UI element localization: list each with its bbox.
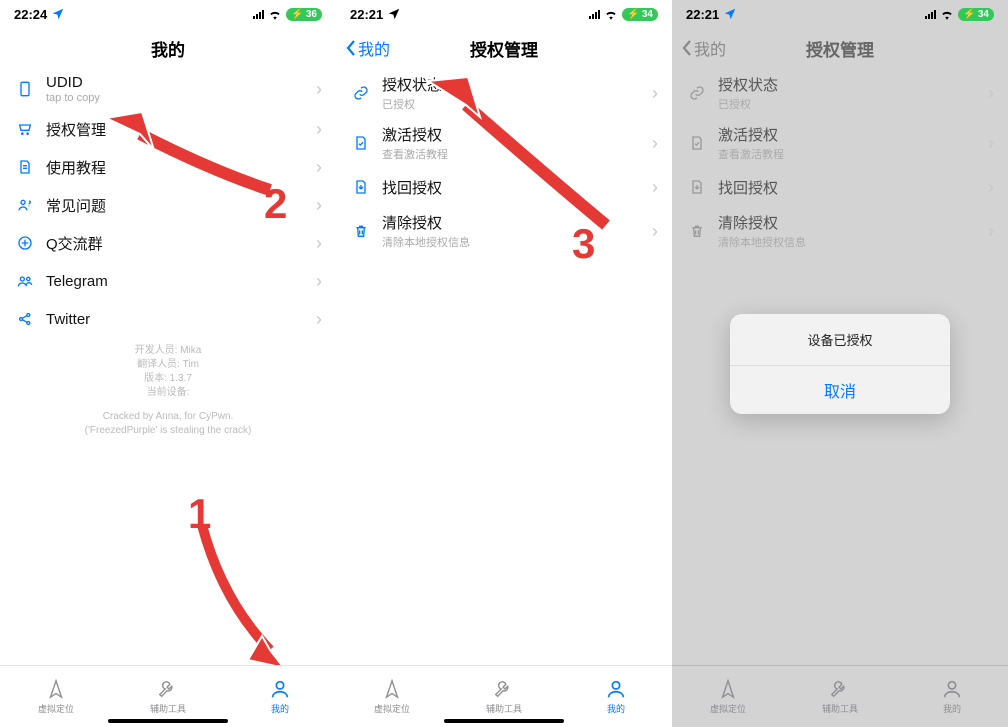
- chevron-right-icon: ›: [316, 271, 322, 292]
- battery-badge: ⚡36: [286, 8, 322, 21]
- cell-title: Q交流群: [46, 233, 316, 254]
- app-info: 开发人员: Mika 翻译人员: Tim 版本: 1.3.7 当前设备: Cra…: [0, 344, 336, 438]
- tab-tools: 辅助工具: [784, 666, 896, 727]
- tab-tools[interactable]: 辅助工具: [112, 666, 224, 727]
- status-time: 22:21: [350, 7, 383, 22]
- person-question-icon: [14, 197, 36, 213]
- battery-badge: ⚡34: [622, 8, 658, 21]
- udid-icon: [14, 81, 36, 97]
- compass-icon: [717, 678, 739, 700]
- person-icon: [941, 678, 963, 700]
- chevron-right-icon: ›: [316, 233, 322, 254]
- nav-bar: 我的: [0, 28, 336, 68]
- status-bar: 22:21 ⚡34: [336, 0, 672, 28]
- alert-dialog: 设备已授权 取消: [730, 314, 950, 414]
- chevron-right-icon: ›: [316, 79, 322, 100]
- tab-tools[interactable]: 辅助工具: [448, 666, 560, 727]
- cell-title: Telegram: [46, 273, 316, 290]
- cell-sub: tap to copy: [46, 92, 316, 104]
- link-icon: [350, 85, 372, 101]
- compass-icon: [45, 678, 67, 700]
- doc-check-icon: [350, 135, 372, 151]
- chevron-right-icon: ›: [316, 309, 322, 330]
- page-title: 我的: [151, 36, 185, 61]
- wrench-icon: [157, 678, 179, 700]
- alert-backdrop[interactable]: 设备已授权 取消: [672, 0, 1008, 727]
- tab-mine[interactable]: 我的: [560, 666, 672, 727]
- cell-signal-icon: [589, 9, 600, 19]
- alert-cancel-button[interactable]: 取消: [730, 366, 950, 414]
- annotation-arrow-3: [416, 75, 616, 235]
- cell-signal-icon: [253, 9, 264, 19]
- cell-telegram[interactable]: Telegram ›: [0, 262, 336, 300]
- tab-bar: 虚拟定位 辅助工具 我的: [336, 665, 672, 727]
- person-icon: [605, 678, 627, 700]
- wifi-icon: [268, 9, 282, 20]
- compass-icon: [381, 678, 403, 700]
- trash-icon: [350, 223, 372, 239]
- plus-circle-icon: [14, 235, 36, 251]
- chevron-right-icon: ›: [316, 195, 322, 216]
- chevron-left-icon: [346, 40, 356, 56]
- cell-title: Twitter: [46, 311, 316, 328]
- cart-icon: [14, 121, 36, 137]
- nav-bar: 我的 授权管理: [336, 28, 672, 68]
- share-icon: [14, 311, 36, 327]
- cell-twitter[interactable]: Twitter ›: [0, 300, 336, 338]
- cell-udid[interactable]: UDIDtap to copy ›: [0, 68, 336, 110]
- tab-bar: 虚拟定位 辅助工具 我的: [0, 665, 336, 727]
- home-indicator: [108, 719, 228, 723]
- chevron-right-icon: ›: [652, 83, 658, 104]
- annotation-arrow-1: [192, 520, 302, 670]
- status-time: 22:24: [14, 7, 47, 22]
- alert-message: 设备已授权: [730, 314, 950, 366]
- tab-mine[interactable]: 我的: [224, 666, 336, 727]
- tab-virtual-location[interactable]: 虚拟定位: [0, 666, 112, 727]
- cell-sub: 清除本地授权信息: [382, 234, 652, 250]
- people-icon: [14, 273, 36, 289]
- annotation-arrow-2: [100, 110, 280, 210]
- location-icon: [387, 7, 401, 21]
- chevron-right-icon: ›: [652, 177, 658, 198]
- location-icon: [51, 7, 65, 21]
- chevron-right-icon: ›: [652, 221, 658, 242]
- back-button[interactable]: 我的: [346, 36, 390, 60]
- wifi-icon: [604, 9, 618, 20]
- tab-virtual-location: 虚拟定位: [672, 666, 784, 727]
- status-bar: 22:24 ⚡36: [0, 0, 336, 28]
- chevron-right-icon: ›: [316, 119, 322, 140]
- chevron-right-icon: ›: [316, 157, 322, 178]
- cell-title: UDID: [46, 74, 316, 91]
- cell-qgroup[interactable]: Q交流群 ›: [0, 224, 336, 262]
- tab-mine: 我的: [896, 666, 1008, 727]
- phone-screen-1: 22:24 ⚡36 我的 UDIDtap to copy › 授权管理 ›: [0, 0, 336, 727]
- chevron-right-icon: ›: [652, 133, 658, 154]
- doc-icon: [14, 159, 36, 175]
- phone-screen-2: 22:21 ⚡34 我的 授权管理 授权状态已授权 ›: [336, 0, 672, 727]
- doc-arrow-icon: [350, 179, 372, 195]
- page-title: 授权管理: [470, 36, 538, 61]
- person-icon: [269, 678, 291, 700]
- wrench-icon: [493, 678, 515, 700]
- wrench-icon: [829, 678, 851, 700]
- tab-bar: 虚拟定位 辅助工具 我的: [672, 665, 1008, 727]
- home-indicator: [444, 719, 564, 723]
- phone-screen-3: 22:21 ⚡34 我的 授权管理 授权状态已授权 ›: [672, 0, 1008, 727]
- tab-virtual-location[interactable]: 虚拟定位: [336, 666, 448, 727]
